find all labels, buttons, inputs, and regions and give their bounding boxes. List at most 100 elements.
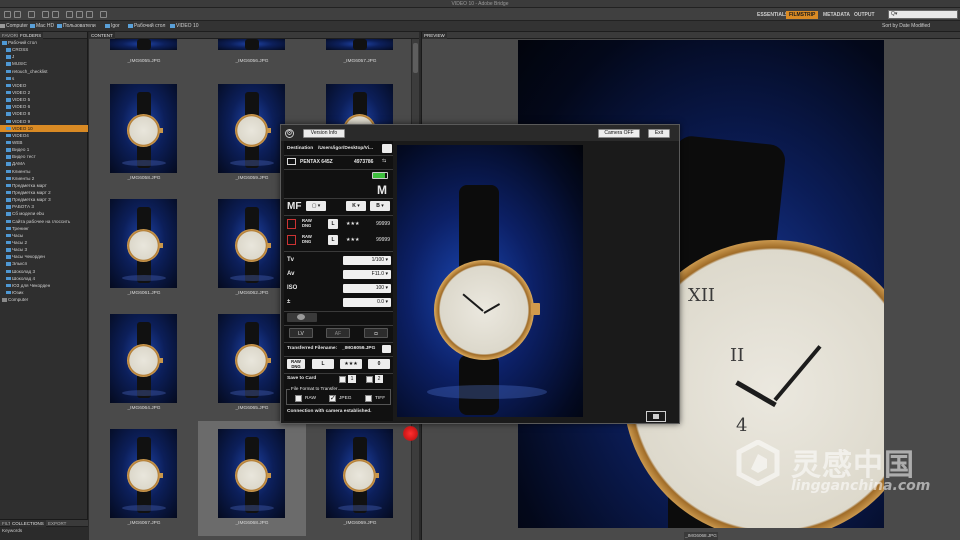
workspace-tab-filmstrip[interactable]: FILMSTRIP (786, 11, 819, 19)
thumbnail-image[interactable] (218, 39, 285, 50)
refine-icon[interactable] (76, 11, 83, 18)
folder-item[interactable]: VIDEO 8 (0, 110, 88, 117)
shutter-button[interactable]: ◘ (364, 328, 388, 338)
camera-get-photos-icon[interactable] (66, 11, 73, 18)
thumbnail-cell[interactable]: _IMG6061.JPG (90, 191, 198, 306)
folder-item[interactable]: J (0, 53, 88, 60)
version-info-button[interactable]: Version Info (303, 129, 345, 138)
workspace-tab-metadata[interactable]: METADATA (820, 11, 853, 19)
folder-item[interactable]: Предметка март 3 (0, 196, 88, 203)
folder-item[interactable]: Часы 3 (0, 246, 88, 253)
quality-size[interactable]: L (328, 219, 338, 229)
exposure-value[interactable]: F11.0 ▾ (343, 270, 391, 279)
thumbnail-image[interactable] (218, 429, 285, 518)
tab-folders[interactable]: FOLDERS (18, 32, 44, 39)
workspace-tab-output[interactable]: OUTPUT (851, 11, 878, 19)
transfer-size-button[interactable]: L (312, 359, 334, 369)
folder-item[interactable]: ЮЗ для Чекорден (0, 282, 88, 289)
folder-item[interactable]: retouch_checklist (0, 68, 88, 75)
tab-export[interactable]: EXPORT (46, 520, 68, 527)
sort-menu[interactable]: Sort by Date Modified (882, 23, 930, 29)
folder-item[interactable]: VIDEO4 (0, 132, 88, 139)
breadcrumb-item[interactable]: Computer (0, 23, 28, 30)
tab-content[interactable]: CONTENT (89, 32, 115, 39)
exposure-value[interactable]: 0.0 ▾ (343, 298, 391, 307)
destination-folder-icon[interactable] (382, 144, 392, 153)
rotate-left-icon[interactable] (42, 11, 49, 18)
folder-item[interactable]: s (0, 75, 88, 82)
card2-checkbox[interactable] (366, 376, 373, 383)
folder-item[interactable]: VIDEO 10 (0, 124, 88, 132)
thumbnail-cell[interactable]: _IMG6058.JPG (90, 76, 198, 191)
folder-item[interactable]: ДАМА (0, 160, 88, 167)
af-area-button[interactable]: ▢ ▾ (306, 201, 326, 211)
folder-item[interactable]: Клиенты 2 (0, 175, 88, 182)
thumbnail-cell[interactable]: _IMG6068.JPG (198, 421, 306, 536)
folder-item[interactable]: CROSS (0, 46, 88, 53)
thumbnail-image[interactable] (110, 314, 177, 403)
exposure-value[interactable]: 100 ▾ (343, 284, 391, 293)
forward-icon[interactable] (14, 11, 21, 18)
breadcrumb-item[interactable]: Пользователи (57, 23, 96, 30)
thumbnail-image[interactable] (218, 314, 285, 403)
folder-item[interactable]: Эльксп (0, 260, 88, 267)
folder-item[interactable]: VIDEO 9 (0, 118, 88, 125)
transferred-folder-icon[interactable] (382, 345, 391, 353)
tab-preview[interactable]: PREVIEW (422, 32, 447, 39)
folder-item[interactable]: Шоколад 4 (0, 275, 88, 282)
transfer-quality-button[interactable]: ★★★ (340, 359, 362, 369)
exit-button[interactable]: Exit (648, 129, 670, 138)
folder-item[interactable]: Computer (0, 296, 88, 303)
folder-item[interactable]: Шоколад 3 (0, 268, 88, 275)
transfer-format-button[interactable]: RAW DNG (287, 359, 305, 369)
exposure-value[interactable]: 1/100 ▾ (343, 256, 391, 265)
thumbnail-cell[interactable]: _IMG6057.JPG (306, 39, 414, 69)
folder-item[interactable]: Рабочий стол (0, 39, 88, 46)
thumbnail-cell[interactable]: _IMG6055.JPG (90, 39, 198, 69)
search-input[interactable]: Q▾ (888, 10, 958, 19)
folder-item[interactable]: Предметка март 2 (0, 189, 88, 196)
thumbnail-image[interactable] (110, 429, 177, 518)
tiff-checkbox[interactable] (365, 395, 372, 402)
back-icon[interactable] (4, 11, 11, 18)
thumbnail-cell[interactable]: _IMG6056.JPG (198, 39, 306, 69)
folder-item[interactable]: Часы (0, 232, 88, 239)
transfer-count-button[interactable]: 0 (368, 359, 390, 369)
thumbnail-cell[interactable]: _IMG6064.JPG (90, 306, 198, 421)
folder-item[interactable]: Часы 2 (0, 239, 88, 246)
folder-item[interactable]: VIDEO 2 (0, 89, 88, 96)
thumbnail-image[interactable] (110, 84, 177, 173)
folder-item[interactable]: Сайта рабочее на глоссить (0, 218, 88, 225)
folder-item[interactable]: Юзик (0, 289, 88, 296)
open-in-camera-raw-icon[interactable] (86, 11, 93, 18)
breadcrumb-item[interactable]: VIDEO 10 (170, 23, 199, 30)
keywords-row[interactable]: Keywords (0, 527, 88, 534)
breadcrumb-item[interactable]: Mac HD (30, 23, 54, 30)
folder-item[interactable]: РАБОТА 3 (0, 203, 88, 210)
thumbnail-image[interactable] (218, 199, 285, 288)
folder-item[interactable]: Видео тест (0, 153, 88, 160)
recent-folder-icon[interactable] (28, 11, 35, 18)
camera-off-button[interactable]: Camera OFF (598, 129, 640, 138)
breadcrumb-item[interactable]: Рабочий стол (128, 23, 165, 30)
folder-item[interactable]: Часы Чекорден (0, 253, 88, 260)
folder-item[interactable]: VIDEO (0, 82, 88, 89)
folder-item[interactable]: WEB (0, 139, 88, 146)
folder-item[interactable]: Видео 1 (0, 146, 88, 153)
autofocus-button[interactable]: AF (326, 328, 350, 338)
trash-icon[interactable] (100, 11, 107, 18)
gear-icon[interactable]: ⚙ (285, 129, 294, 138)
card1-checkbox[interactable] (339, 376, 346, 383)
folder-item[interactable]: Сб модели ebu (0, 210, 88, 217)
live-view-window-icon[interactable] (646, 411, 666, 422)
thumbnail-image[interactable] (326, 39, 393, 50)
thumbnail-image[interactable] (326, 429, 393, 518)
folder-item[interactable]: Тренинг (0, 225, 88, 232)
folder-item[interactable]: VIDEO 5 (0, 96, 88, 103)
picture-style-button[interactable]: B ▾ (370, 201, 390, 211)
rotate-right-icon[interactable] (52, 11, 59, 18)
folder-item[interactable]: VIDEO 6 (0, 103, 88, 110)
quality-size[interactable]: L (328, 235, 338, 245)
raw-checkbox[interactable] (295, 395, 302, 402)
live-view-button[interactable]: LV (289, 328, 313, 338)
